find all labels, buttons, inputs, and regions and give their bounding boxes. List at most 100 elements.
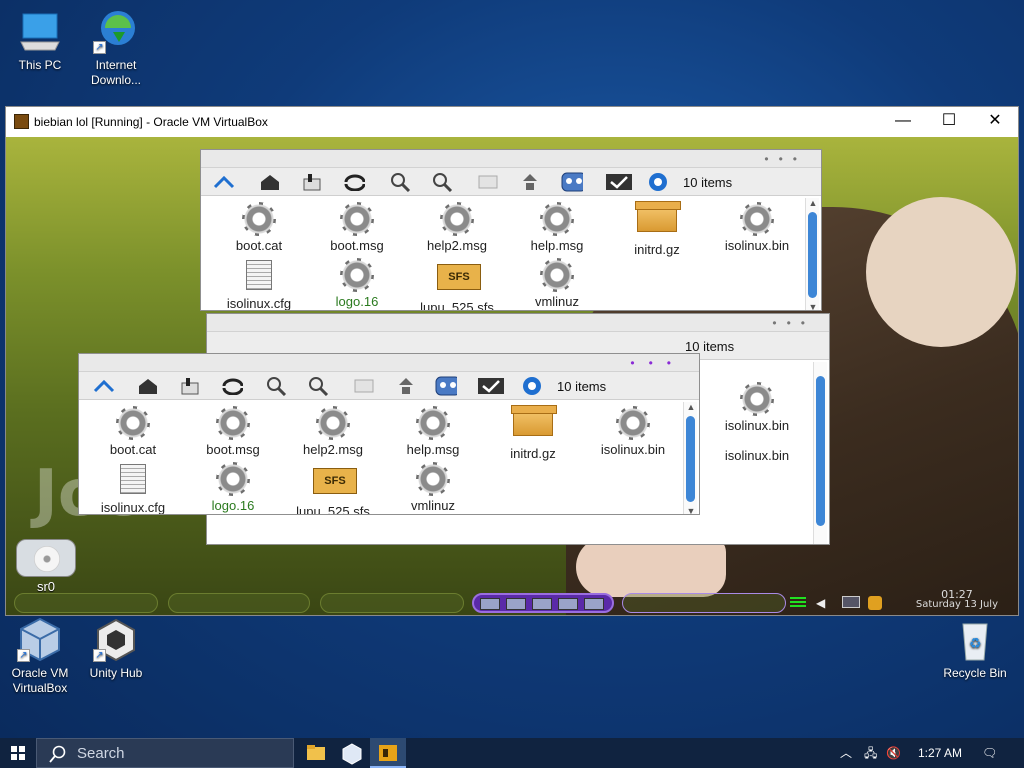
desktop-icon-virtualbox[interactable]: ↗ Oracle VM VirtualBox bbox=[0, 616, 80, 696]
network-icon[interactable]: 🖧 bbox=[864, 738, 877, 768]
bookmark-icon[interactable] bbox=[179, 376, 201, 396]
file-item[interactable]: isolinux.cfg bbox=[211, 258, 307, 311]
sort-icon[interactable] bbox=[395, 376, 417, 396]
panel-task-slot[interactable] bbox=[168, 593, 310, 613]
file-item[interactable]: isolinux.bin bbox=[709, 202, 805, 253]
tray-app-icon[interactable] bbox=[868, 596, 882, 610]
scroll-up-arrow-icon[interactable]: ▲ bbox=[806, 198, 820, 208]
vertical-scrollbar[interactable]: ▲ ▼ bbox=[683, 402, 698, 514]
guest-desktop[interactable]: Joo ••• 10 items isolinux.bin isolinux.b… bbox=[6, 137, 1018, 615]
up-arrow-icon[interactable] bbox=[213, 172, 235, 192]
file-item[interactable]: isolinux.cfg bbox=[85, 462, 181, 514]
scroll-down-arrow-icon[interactable]: ▼ bbox=[806, 302, 820, 310]
file-item[interactable]: help2.msg bbox=[409, 202, 505, 253]
lifebuoy-icon[interactable] bbox=[647, 172, 669, 192]
virtualbox-window[interactable]: biebian lol [Running] - Oracle VM Virtua… bbox=[5, 106, 1019, 616]
refresh-icon[interactable] bbox=[343, 172, 365, 192]
vertical-scrollbar[interactable] bbox=[813, 362, 827, 544]
minimize-button[interactable]: — bbox=[880, 107, 926, 137]
file-item[interactable]: isolinux.bin bbox=[709, 382, 805, 433]
window-titlebar[interactable]: ••• bbox=[201, 150, 821, 168]
virtualbox-titlebar[interactable]: biebian lol [Running] - Oracle VM Virtua… bbox=[6, 107, 1018, 137]
file-item[interactable]: boot.cat bbox=[85, 406, 181, 457]
file-manager-window-front[interactable]: ••• 10 items boot.cat boot.msg help2.msg bbox=[78, 353, 700, 515]
guest-desktop-drive[interactable]: sr0 bbox=[14, 539, 78, 594]
close-button[interactable]: ✕ bbox=[972, 107, 1018, 137]
zoom-in-icon[interactable] bbox=[265, 376, 287, 396]
file-item[interactable]: boot.msg bbox=[185, 406, 281, 457]
file-item[interactable]: boot.cat bbox=[211, 202, 307, 253]
scroll-down-arrow-icon[interactable]: ▼ bbox=[684, 506, 698, 514]
desktop-icon-unity-hub[interactable]: ↗ Unity Hub bbox=[76, 616, 156, 681]
panel-task-slot[interactable] bbox=[622, 593, 786, 613]
file-label: help.msg bbox=[406, 442, 460, 457]
file-item[interactable]: help.msg bbox=[385, 406, 481, 457]
home-icon[interactable] bbox=[259, 172, 281, 192]
start-button[interactable] bbox=[0, 738, 36, 768]
show-hidden-icons-chevron-icon[interactable]: ︿ bbox=[840, 738, 852, 768]
taskbar-virtualbox-vm[interactable] bbox=[370, 738, 406, 768]
file-item[interactable]: isolinux.bin bbox=[585, 406, 681, 457]
display-icon[interactable] bbox=[842, 596, 860, 608]
file-item[interactable]: SFS lupu_525.sfs bbox=[285, 462, 381, 514]
volume-muted-icon[interactable]: 🔇 bbox=[886, 738, 901, 768]
file-item[interactable]: vmlinuz bbox=[509, 258, 605, 309]
unity-hub-icon: ↗ bbox=[93, 616, 139, 662]
maximize-button[interactable]: ☐ bbox=[926, 107, 972, 137]
taskbar-virtualbox-manager[interactable] bbox=[334, 738, 370, 768]
refresh-icon[interactable] bbox=[221, 376, 243, 396]
network-status-icon[interactable] bbox=[790, 597, 806, 609]
settings-mask-icon[interactable] bbox=[561, 172, 583, 192]
windows-logo-icon bbox=[11, 746, 25, 760]
taskbar-clock[interactable]: 1:27 AM bbox=[918, 738, 962, 768]
monitor-icon bbox=[17, 8, 63, 54]
action-center-icon[interactable]: 🗨 bbox=[982, 738, 997, 768]
sort-icon[interactable] bbox=[519, 172, 541, 192]
volume-icon[interactable]: ◀ bbox=[816, 596, 825, 610]
file-item[interactable]: isolinux.bin bbox=[709, 448, 805, 463]
file-label: isolinux.bin bbox=[724, 238, 790, 253]
zoom-in-icon[interactable] bbox=[389, 172, 411, 192]
zoom-out-icon[interactable] bbox=[307, 376, 329, 396]
scrollbar-thumb[interactable] bbox=[686, 416, 695, 502]
bookmark-icon[interactable] bbox=[301, 172, 323, 192]
panel-task-slot[interactable] bbox=[14, 593, 158, 613]
home-icon[interactable] bbox=[137, 376, 159, 396]
panel-task-slot[interactable] bbox=[320, 593, 464, 613]
up-arrow-icon[interactable] bbox=[93, 376, 115, 396]
file-item[interactable]: help.msg bbox=[509, 202, 605, 253]
file-item[interactable]: initrd.gz bbox=[485, 405, 581, 461]
desktop-icon-this-pc[interactable]: This PC bbox=[0, 8, 80, 73]
scrollbar-thumb[interactable] bbox=[816, 376, 825, 526]
vertical-scrollbar[interactable]: ▲ ▼ bbox=[805, 198, 820, 310]
taskbar-file-explorer[interactable] bbox=[298, 738, 334, 768]
settings-mask-icon[interactable] bbox=[435, 376, 457, 396]
scroll-up-arrow-icon[interactable]: ▲ bbox=[684, 402, 698, 412]
window-titlebar[interactable]: ••• bbox=[207, 314, 829, 332]
file-manager-window-top[interactable]: ••• 10 items boot.cat boot.msg help2.msg bbox=[200, 149, 822, 311]
file-item[interactable]: SFS lupu_525.sfs bbox=[409, 258, 505, 310]
gear-icon bbox=[616, 406, 650, 440]
file-item[interactable]: boot.msg bbox=[309, 202, 405, 253]
file-item[interactable]: help2.msg bbox=[285, 406, 381, 457]
select-all-icon[interactable] bbox=[477, 376, 505, 396]
workspace-switcher[interactable] bbox=[472, 593, 614, 613]
file-item[interactable]: logo.16 bbox=[309, 258, 405, 309]
file-item[interactable]: vmlinuz bbox=[385, 462, 481, 513]
file-label: isolinux.cfg bbox=[226, 296, 292, 311]
zoom-out-icon[interactable] bbox=[431, 172, 453, 192]
virtualbox-icon bbox=[342, 743, 362, 765]
view-list-icon[interactable] bbox=[477, 172, 499, 192]
file-label: help.msg bbox=[530, 238, 584, 253]
desktop-icon-recycle-bin[interactable]: ♻ Recycle Bin bbox=[935, 616, 1015, 681]
file-item[interactable]: initrd.gz bbox=[609, 201, 705, 257]
gear-icon bbox=[540, 202, 574, 236]
taskbar-search-box[interactable]: Search bbox=[36, 738, 294, 768]
select-all-icon[interactable] bbox=[605, 172, 633, 192]
view-list-icon[interactable] bbox=[353, 376, 375, 396]
window-titlebar[interactable]: ••• bbox=[79, 354, 699, 372]
desktop-icon-internet-download-manager[interactable]: ↗ Internet Downlo... bbox=[76, 8, 156, 88]
scrollbar-thumb[interactable] bbox=[808, 212, 817, 298]
file-item[interactable]: logo.16 bbox=[185, 462, 281, 513]
lifebuoy-icon[interactable] bbox=[521, 376, 543, 396]
